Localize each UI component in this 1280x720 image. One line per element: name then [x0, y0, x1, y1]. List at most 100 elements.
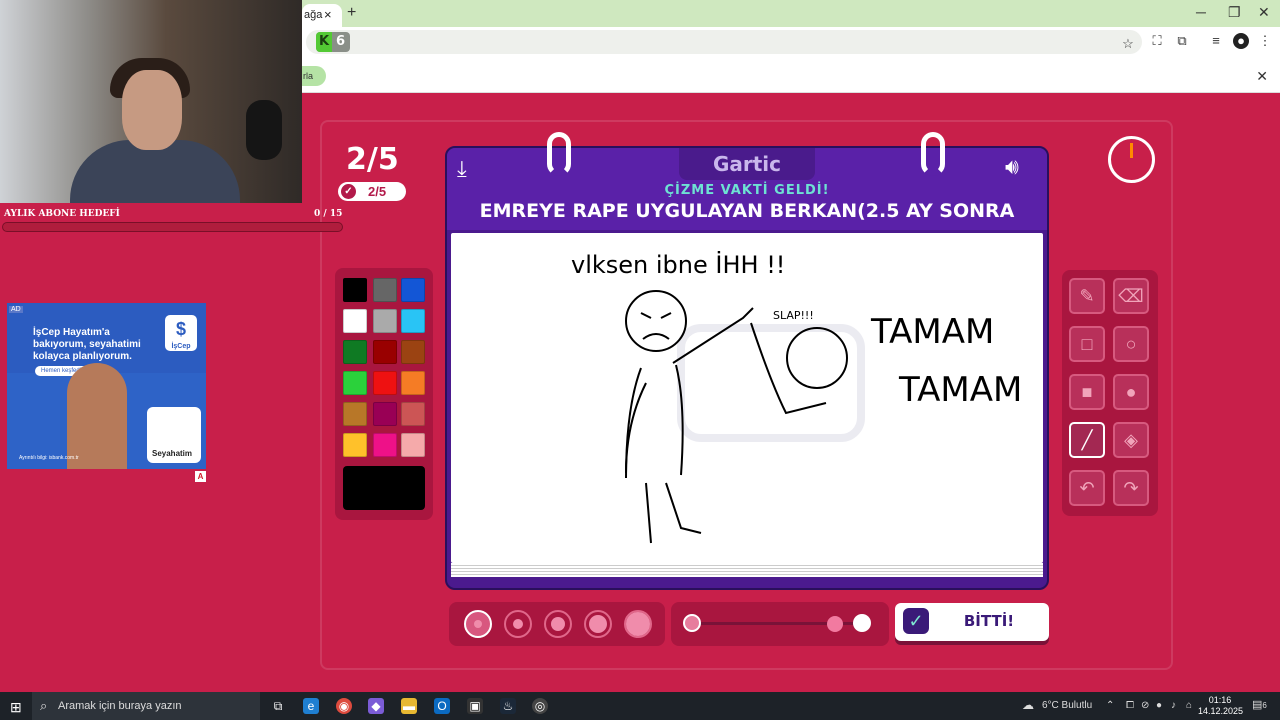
brush-size-option[interactable]	[624, 610, 652, 638]
color-swatch[interactable]	[401, 278, 425, 302]
search-icon: ⌕	[40, 698, 48, 713]
drawing-canvas[interactable]: vlksen ibne İHH !! SLAP!!! TAMAM TAMAM	[451, 233, 1043, 563]
obs-icon[interactable]: ◎	[532, 698, 548, 714]
drawing-board: Gartic ⤓ 🔊︎ ÇİZME VAKTİ GELDİ! EMREYE RA…	[445, 132, 1049, 590]
eraser-tool[interactable]: ⌫	[1113, 278, 1149, 314]
extension-badge[interactable]: K 6	[316, 32, 350, 52]
windows-start-icon[interactable]: ⊞	[10, 699, 22, 716]
pencil-tool[interactable]: ✎	[1069, 278, 1105, 314]
download-icon[interactable]: ⤓	[457, 156, 467, 182]
star-icon[interactable]: ☆	[1120, 36, 1136, 52]
notification-icon[interactable]: ▤6	[1252, 698, 1267, 711]
window-close-icon[interactable]: ✕	[1258, 4, 1270, 21]
steam-icon[interactable]: ♨	[500, 698, 516, 714]
brush-size-option[interactable]	[504, 610, 532, 638]
minimize-icon[interactable]: ─	[1196, 4, 1206, 20]
brush-size-option[interactable]	[544, 610, 572, 638]
media-icon[interactable]: ≡	[1208, 33, 1224, 49]
canvas-text-slap: SLAP!!!	[773, 309, 814, 322]
color-swatch[interactable]	[373, 402, 397, 426]
browser-toolbar: K 6 ☆ ⛶ ⧉ ≡ ● ⋮	[302, 27, 1280, 57]
browser-tab[interactable]: ağa ×	[302, 4, 342, 27]
clock[interactable]: 01:16 14.12.2025	[1198, 695, 1243, 717]
address-bar[interactable]: K 6 ☆	[306, 30, 1142, 54]
browser-tab-title: ağa	[304, 9, 323, 21]
info-bar-close-icon[interactable]: ✕	[1256, 68, 1268, 85]
brush-size-dot	[551, 617, 565, 631]
browser-tab-strip: ağa × + ─ ❐ ✕	[302, 0, 1280, 27]
redo-icon: ↷	[1123, 478, 1139, 498]
new-tab-button[interactable]: +	[347, 4, 356, 22]
color-swatch[interactable]	[401, 371, 425, 395]
color-swatch[interactable]	[373, 309, 397, 333]
color-swatch[interactable]	[401, 309, 425, 333]
done-button[interactable]: ✓ BİTTİ!	[895, 603, 1049, 641]
color-swatch[interactable]	[373, 340, 397, 364]
filled-ellipse-icon: ●	[1125, 382, 1137, 402]
draw-time-subtitle: ÇİZME VAKTİ GELDİ!	[664, 183, 830, 198]
extensions-icon[interactable]: ⧉	[1174, 33, 1190, 49]
brush-size-option[interactable]	[584, 610, 612, 638]
canvas-text-side1: TAMAM	[870, 312, 994, 352]
filled-ellipse-tool[interactable]: ●	[1113, 374, 1149, 410]
line-icon: ╱	[1081, 430, 1093, 450]
color-swatch[interactable]	[373, 433, 397, 457]
opacity-min-icon	[683, 614, 701, 632]
taskbar-search[interactable]: ⌕ Aramak için buraya yazın	[32, 692, 260, 720]
iscep-logo: $ İşCep	[165, 315, 197, 351]
profile-avatar[interactable]: ●	[1233, 33, 1249, 49]
line-tool[interactable]: ╱	[1069, 422, 1105, 458]
tray-app-icon[interactable]: ⧠	[1126, 700, 1134, 711]
color-swatch[interactable]	[343, 402, 367, 426]
round-badge-text: 2/5	[368, 184, 387, 199]
redo-tool[interactable]: ↷	[1113, 470, 1149, 506]
close-tab-icon[interactable]: ×	[324, 7, 332, 22]
file-explorer-icon[interactable]: ▬	[401, 698, 417, 714]
edge-icon[interactable]: e	[303, 698, 319, 714]
copilot-icon[interactable]: ◆	[368, 698, 384, 714]
current-color	[343, 466, 425, 510]
weather-text[interactable]: 6°C Bulutlu	[1042, 700, 1092, 711]
chrome-icon[interactable]: ◉	[336, 698, 352, 714]
screenshot-icon[interactable]: ⛶	[1149, 33, 1165, 49]
advertisement[interactable]: AD İşCep Hayatım'a bakıyorum, seyahatimi…	[7, 303, 206, 469]
round-badge: ✓ 2/5	[338, 182, 406, 201]
opacity-slider[interactable]	[671, 602, 889, 646]
color-swatch[interactable]	[343, 371, 367, 395]
tray-app-icon[interactable]: ⊘	[1141, 700, 1149, 711]
microphone-icon[interactable]: ●	[1156, 700, 1162, 711]
opacity-knob[interactable]	[827, 616, 843, 632]
brush-size-option[interactable]	[464, 610, 492, 638]
rectangle-icon: □	[1081, 334, 1093, 354]
task-view-icon[interactable]: ⧉	[270, 698, 286, 714]
brush-size-dot	[626, 612, 650, 636]
drawing-prompt: EMREYE RAPE UYGULAYAN BERKAN(2.5 AY SONR…	[479, 200, 1015, 222]
color-swatch[interactable]	[373, 371, 397, 395]
color-swatch[interactable]	[401, 340, 425, 364]
fill-tool[interactable]: ◈	[1113, 422, 1149, 458]
tray-expand-icon[interactable]: ⌃	[1106, 700, 1114, 711]
color-swatch[interactable]	[401, 402, 425, 426]
color-swatch[interactable]	[343, 309, 367, 333]
rectangle-tool[interactable]: □	[1069, 326, 1105, 362]
ellipse-tool[interactable]: ○	[1113, 326, 1149, 362]
color-swatch[interactable]	[343, 340, 367, 364]
menu-icon[interactable]: ⋮	[1257, 33, 1273, 49]
color-swatch[interactable]	[401, 433, 425, 457]
bookmark-chip[interactable]: rla	[302, 66, 326, 86]
outlook-icon[interactable]: O	[434, 698, 450, 714]
clock-time: 01:16	[1208, 695, 1232, 705]
filled-rectangle-tool[interactable]: ■	[1069, 374, 1105, 410]
store-icon[interactable]: ▣	[467, 698, 483, 714]
ad-card-title: Seyahatim	[152, 449, 193, 458]
speaker-icon[interactable]: ♪	[1171, 700, 1176, 711]
ad-choices-icon[interactable]: A	[195, 471, 206, 482]
color-swatch[interactable]	[343, 278, 367, 302]
color-swatch[interactable]	[343, 433, 367, 457]
undo-tool[interactable]: ↶	[1069, 470, 1105, 506]
network-icon[interactable]: ⌂	[1186, 700, 1192, 711]
round-counter: 2/5	[346, 142, 399, 177]
color-swatch[interactable]	[373, 278, 397, 302]
restore-icon[interactable]: ❐	[1228, 4, 1241, 21]
volume-icon[interactable]: 🔊︎	[1005, 154, 1019, 180]
